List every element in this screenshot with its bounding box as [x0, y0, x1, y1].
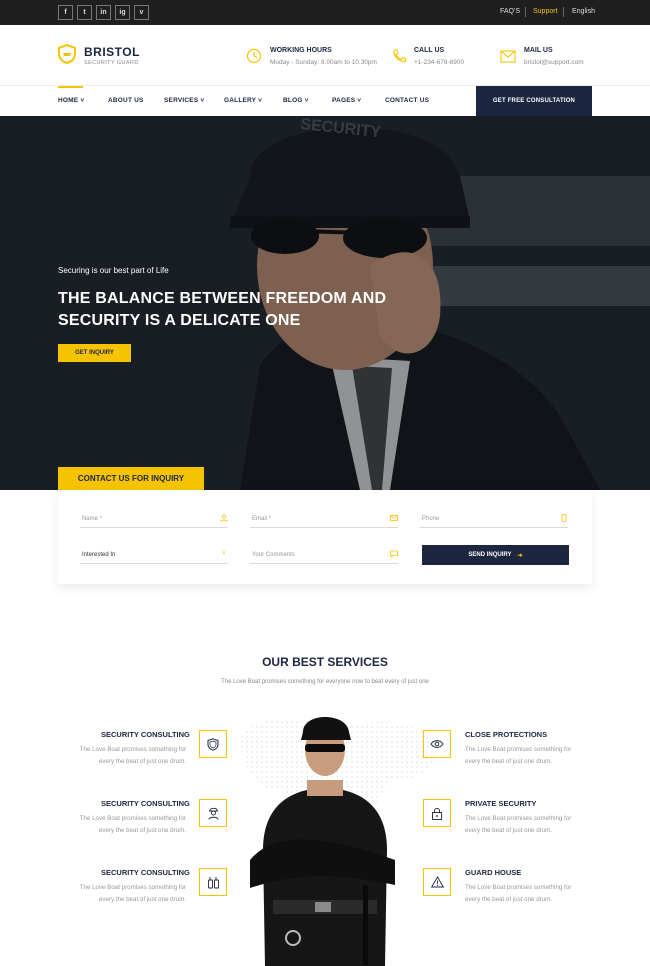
- service-icon-box[interactable]: [423, 799, 451, 827]
- nav-item-gallery[interactable]: GALLERY ˅: [224, 97, 262, 104]
- working-hours-text: Moday - Sunday: 8.00am to 10.30pm: [270, 59, 377, 66]
- service-icon-box[interactable]: [199, 868, 227, 896]
- interested-in-select[interactable]: Interested In ˅: [80, 546, 228, 564]
- service-title[interactable]: SECURITY CONSULTING: [101, 730, 190, 739]
- vimeo-icon[interactable]: v: [134, 5, 149, 20]
- clock-icon: [246, 48, 262, 64]
- user-icon: [220, 514, 228, 522]
- top-divider: [525, 7, 526, 17]
- phone-field[interactable]: Phone: [420, 510, 568, 528]
- services-subtitle: The Love Boat promises something for eve…: [221, 679, 429, 685]
- top-divider: [563, 7, 564, 17]
- send-inquiry-button[interactable]: SEND INQUIRY ➜: [422, 545, 569, 565]
- phone-icon: [393, 49, 407, 63]
- nav-item-home[interactable]: HOME ˅: [58, 97, 84, 104]
- hero-kicker: Securing is our best part of Life: [58, 266, 169, 275]
- inquiry-form: [58, 490, 592, 584]
- comment-icon: [390, 550, 398, 558]
- twitter-icon[interactable]: t: [77, 5, 92, 20]
- support-link[interactable]: Support: [533, 8, 558, 15]
- chevron-down-icon: ˅: [258, 97, 263, 104]
- email-field[interactable]: Email *: [250, 510, 398, 528]
- service-icon-box[interactable]: [199, 799, 227, 827]
- nav-item-pages[interactable]: PAGES ˅: [332, 97, 361, 104]
- guard-portrait-image: [250, 717, 395, 966]
- service-description: The Love Boat promises something for ever…: [465, 746, 572, 765]
- get-inquiry-button[interactable]: GET INQUIRY: [58, 344, 131, 362]
- nav-active-indicator: [58, 86, 83, 88]
- services-title: OUR BEST SERVICES: [262, 655, 388, 669]
- get-free-consultation-button[interactable]: GET FREE CONSULTATION: [476, 86, 592, 116]
- call-us-text[interactable]: +1-234-678-8900: [414, 59, 464, 66]
- service-icon-box[interactable]: [199, 730, 227, 758]
- facebook-icon[interactable]: f: [58, 5, 73, 20]
- brand-tagline: SECURITY GUARD: [84, 60, 139, 66]
- chevron-down-icon: ˅: [304, 97, 309, 104]
- nav-item-blog[interactable]: BLOG ˅: [283, 97, 309, 104]
- nav-item-about[interactable]: ABOUT US: [108, 97, 144, 104]
- comments-field[interactable]: Your Comments: [250, 546, 398, 564]
- brand-name[interactable]: BRISTOL: [84, 45, 140, 59]
- service-description: The Love Boat promises something for ever…: [79, 884, 186, 903]
- chevron-down-icon: ˅: [221, 550, 227, 557]
- mail-icon: [390, 515, 398, 521]
- mail-us-title: MAIL US: [524, 47, 553, 54]
- mail-icon: [500, 50, 516, 63]
- service-description: The Love Boat promises something for ever…: [79, 815, 186, 834]
- call-us-title: CALL US: [414, 47, 445, 54]
- service-title[interactable]: CLOSE PROTECTIONS: [465, 730, 547, 739]
- nav-item-contact[interactable]: CONTACT US: [385, 97, 429, 104]
- service-title[interactable]: SECURITY CONSULTING: [101, 868, 190, 877]
- service-title[interactable]: GUARD HOUSE: [465, 868, 521, 877]
- mail-us-text[interactable]: bristol@support.com: [524, 59, 584, 66]
- faq-link[interactable]: FAQ'S: [500, 8, 520, 15]
- working-hours-title: WORKING HOURS: [270, 47, 332, 54]
- chevron-down-icon: ˅: [80, 97, 85, 104]
- arrow-right-icon: ➜: [517, 552, 523, 559]
- eye-icon: [430, 740, 444, 748]
- walkie-talkie-icon: [207, 876, 219, 888]
- chevron-down-icon: ˅: [200, 97, 205, 104]
- service-description: The Love Boat promises something for ever…: [465, 815, 572, 834]
- nav-item-services[interactable]: SERVICES ˅: [164, 97, 204, 104]
- service-description: The Love Boat promises something for ever…: [465, 884, 572, 903]
- contact-inquiry-tab: CONTACT US FOR INQUIRY: [58, 467, 204, 490]
- linkedin-icon[interactable]: in: [96, 5, 111, 20]
- service-icon-box[interactable]: [423, 868, 451, 896]
- mobile-icon: [561, 514, 567, 522]
- name-field[interactable]: Name *: [80, 510, 228, 528]
- service-title[interactable]: PRIVATE SECURITY: [465, 799, 536, 808]
- guard-icon: [208, 807, 218, 820]
- lock-icon: [432, 807, 442, 820]
- chevron-down-icon: ˅: [357, 97, 362, 104]
- service-title[interactable]: SECURITY CONSULTING: [101, 799, 190, 808]
- service-icon-box[interactable]: [423, 730, 451, 758]
- instagram-icon[interactable]: ig: [115, 5, 130, 20]
- shield-logo-icon[interactable]: [58, 44, 76, 64]
- hero-title: THE BALANCE BETWEEN FREEDOM AND SECURITY …: [58, 290, 387, 329]
- warning-icon: [430, 876, 444, 888]
- shield-icon: [207, 737, 219, 751]
- language-link[interactable]: English: [572, 8, 595, 15]
- service-description: The Love Boat promises something for ever…: [79, 746, 186, 765]
